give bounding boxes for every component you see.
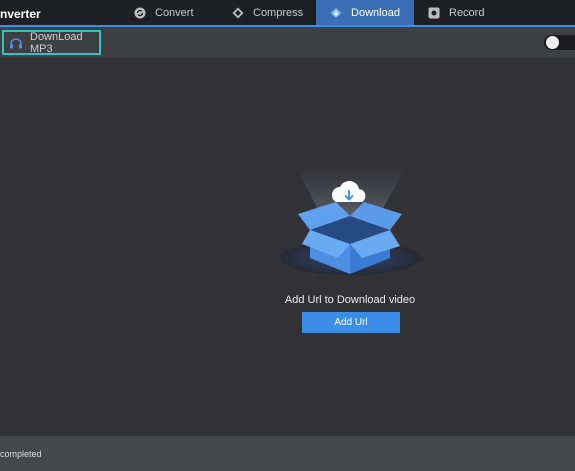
- tab-record-label: Record: [449, 6, 485, 19]
- add-url-prompt: Add Url to Download video: [284, 294, 416, 306]
- tab-convert-label: Convert: [155, 6, 194, 19]
- download-icon: [330, 7, 342, 19]
- toolbar: DownLoad MP3: [0, 27, 575, 58]
- download-mp3-button[interactable]: DownLoad MP3: [2, 30, 101, 55]
- tab-download-label: Download: [351, 6, 400, 19]
- tab-download[interactable]: Download: [316, 0, 414, 25]
- download-mp3-label: DownLoad MP3: [30, 30, 83, 55]
- compress-icon: [232, 7, 244, 19]
- convert-icon: [134, 7, 146, 19]
- add-url-button[interactable]: Add Url: [302, 312, 400, 333]
- status-bar: completed: [0, 436, 575, 471]
- record-icon: [428, 7, 440, 19]
- app-title: nverter: [0, 7, 41, 21]
- mp3-toggle[interactable]: [544, 35, 575, 50]
- toggle-knob: [546, 36, 559, 49]
- cloud-download-box-icon: [278, 166, 423, 281]
- tab-compress-label: Compress: [253, 6, 304, 19]
- status-text: completed: [0, 449, 42, 459]
- headphones-icon: [9, 37, 23, 49]
- title-bar: nverter Convert Compress Download Record: [0, 0, 575, 27]
- download-panel: Add Url to Download video Add Url: [0, 58, 575, 436]
- tab-compress[interactable]: Compress: [232, 0, 316, 25]
- tab-convert[interactable]: Convert: [134, 0, 234, 25]
- tab-record[interactable]: Record: [428, 0, 518, 25]
